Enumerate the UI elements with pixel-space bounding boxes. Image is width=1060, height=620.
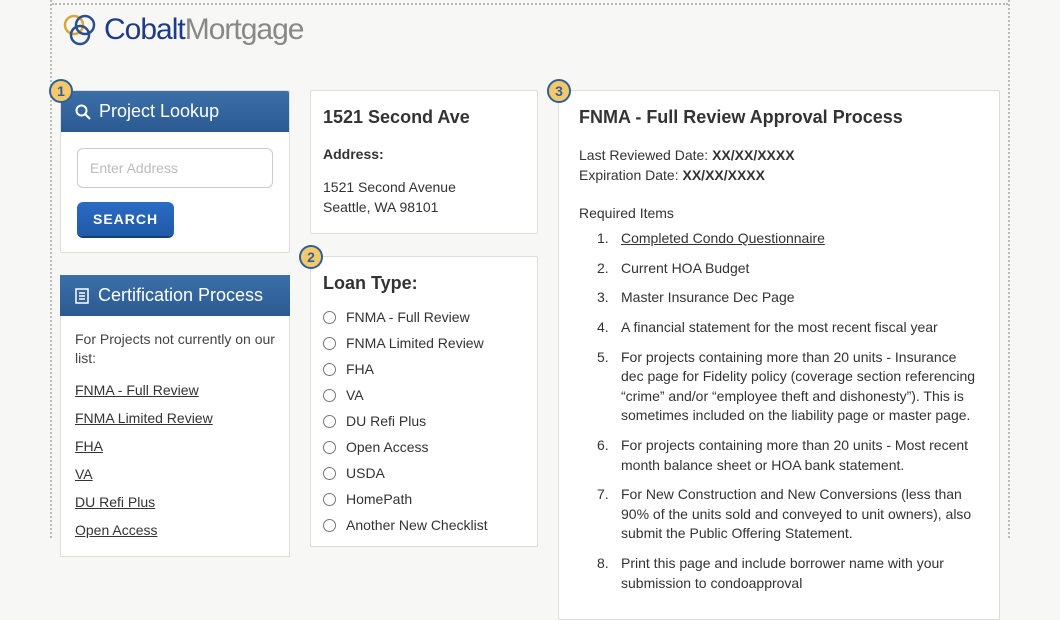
- address-input[interactable]: [77, 148, 273, 188]
- cert-link-du-refi[interactable]: DU Refi Plus: [75, 494, 275, 510]
- address-line2: Seattle, WA 98101: [323, 198, 525, 218]
- step-badge-2: 2: [299, 245, 323, 269]
- required-item: 1.Completed Condo Questionnaire: [597, 229, 979, 249]
- review-title: FNMA - Full Review Approval Process: [579, 107, 979, 128]
- review-expiration-date: XX/XX/XXXX: [683, 167, 765, 183]
- review-panel: 3 FNMA - Full Review Approval Process La…: [558, 90, 1000, 620]
- lookup-title: Project Lookup: [99, 101, 219, 122]
- required-items-list: 1.Completed Condo Questionnaire 2.Curren…: [579, 229, 979, 593]
- certification-title: Certification Process: [98, 285, 263, 306]
- required-item: 2.Current HOA Budget: [597, 259, 979, 279]
- required-item: 4.A financial statement for the most rec…: [597, 318, 979, 338]
- review-meta: Last Reviewed Date: XX/XX/XXXX Expiratio…: [579, 146, 979, 185]
- loan-type-panel: 2 Loan Type: FNMA - Full Review FNMA Lim…: [310, 256, 538, 547]
- loan-option-va[interactable]: VA: [323, 382, 525, 408]
- address-line1: 1521 Second Avenue: [323, 178, 525, 198]
- property-panel: 1521 Second Ave Address: 1521 Second Ave…: [310, 90, 538, 234]
- certification-header: Certification Process: [60, 275, 290, 316]
- loan-type-title: Loan Type:: [323, 273, 525, 294]
- address-label: Address:: [323, 146, 525, 162]
- required-item: 6.For projects containing more than 20 u…: [597, 436, 979, 475]
- step-badge-1: 1: [49, 79, 73, 103]
- property-title: 1521 Second Ave: [323, 107, 525, 128]
- loan-option-usda[interactable]: USDA: [323, 460, 525, 486]
- loan-option-fnma-limited[interactable]: FNMA Limited Review: [323, 330, 525, 356]
- brand-logo: CobaltMortgage: [60, 12, 303, 48]
- required-items-title: Required Items: [579, 205, 979, 221]
- cert-link-fha[interactable]: FHA: [75, 438, 275, 454]
- loan-option-homepath[interactable]: HomePath: [323, 486, 525, 512]
- required-item: 7.For New Construction and New Conversio…: [597, 485, 979, 544]
- cert-link-fnma-full[interactable]: FNMA - Full Review: [75, 382, 275, 398]
- review-last-date: XX/XX/XXXX: [712, 147, 794, 163]
- loan-option-fha[interactable]: FHA: [323, 356, 525, 382]
- step-badge-3: 3: [547, 79, 571, 103]
- loan-option-another[interactable]: Another New Checklist: [323, 512, 525, 538]
- loan-option-open-access[interactable]: Open Access: [323, 434, 525, 460]
- lookup-header: Project Lookup: [61, 91, 289, 132]
- required-item: 3.Master Insurance Dec Page: [597, 288, 979, 308]
- search-button[interactable]: SEARCH: [77, 202, 174, 236]
- project-lookup-panel: 1 Project Lookup SEARCH: [60, 90, 290, 253]
- loan-option-du-refi[interactable]: DU Refi Plus: [323, 408, 525, 434]
- document-icon: [74, 288, 90, 304]
- required-item: 8.Print this page and include borrower n…: [597, 554, 979, 593]
- required-item: 5.For projects containing more than 20 u…: [597, 348, 979, 426]
- loan-option-fnma-full[interactable]: FNMA - Full Review: [323, 304, 525, 330]
- cert-link-va[interactable]: VA: [75, 466, 275, 482]
- condo-questionnaire-link[interactable]: Completed Condo Questionnaire: [621, 229, 825, 249]
- logo-rings-icon: [60, 12, 100, 48]
- logo-text: CobaltMortgage: [104, 13, 303, 47]
- search-icon: [75, 104, 91, 120]
- certification-panel: Certification Process For Projects not c…: [60, 275, 290, 557]
- certification-intro: For Projects not currently on our list:: [75, 330, 275, 368]
- cert-link-fnma-limited[interactable]: FNMA Limited Review: [75, 410, 275, 426]
- cert-link-open-access[interactable]: Open Access: [75, 522, 275, 538]
